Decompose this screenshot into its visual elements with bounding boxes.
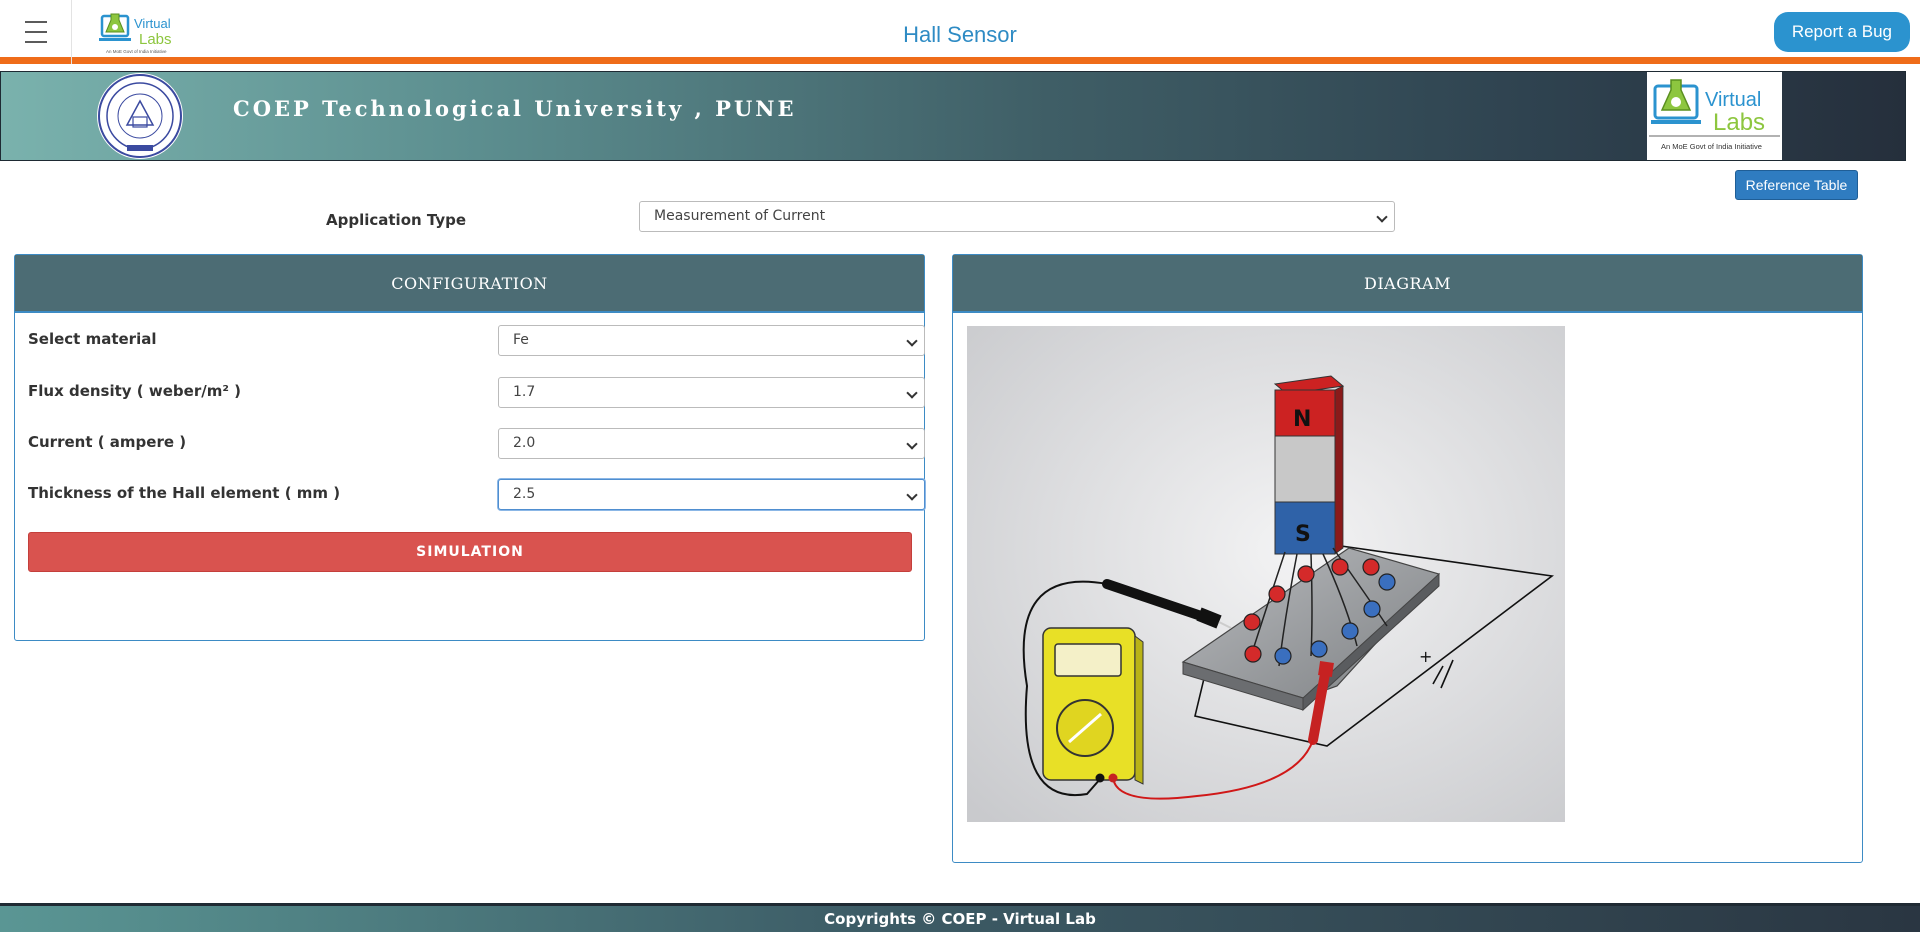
configuration-header: CONFIGURATION	[15, 255, 924, 313]
coep-seal-logo	[97, 73, 183, 159]
chevron-down-icon	[906, 489, 918, 501]
material-row: Select material Fe	[28, 325, 925, 357]
flux-density-value: 1.7	[513, 384, 536, 400]
thickness-value: 2.5	[513, 486, 536, 502]
svg-text:+: +	[1419, 647, 1432, 666]
application-type-label: Application Type	[326, 211, 467, 229]
virtual-labs-logo[interactable]: Virtual Labs An MoE Govt of India Initia…	[98, 8, 180, 56]
chevron-down-icon	[1376, 211, 1388, 223]
svg-text:An MoE Govt of India Initiativ: An MoE Govt of India Initiative	[1661, 142, 1762, 151]
current-select[interactable]: 2.0	[498, 428, 925, 459]
menu-button[interactable]	[0, 0, 72, 64]
report-bug-button[interactable]: Report a Bug	[1773, 12, 1910, 52]
simulation-button[interactable]: SIMULATION	[28, 532, 912, 572]
flux-density-row: Flux density ( weber/m² ) 1.7	[28, 377, 925, 409]
magnet-south-label: S	[1295, 522, 1311, 547]
hall-sensor-diagram: + N S	[967, 326, 1565, 822]
virtual-labs-banner-logo: Virtual Labs An MoE Govt of India Initia…	[1647, 72, 1782, 160]
svg-text:Virtual: Virtual	[1705, 89, 1761, 111]
svg-text:Labs: Labs	[1713, 109, 1765, 136]
current-row: Current ( ampere ) 2.0	[28, 428, 925, 460]
flux-density-select[interactable]: 1.7	[498, 377, 925, 408]
hamburger-icon	[24, 17, 47, 47]
diagram-panel: DIAGRAM + N S	[952, 254, 1863, 863]
page-title: Hall Sensor	[903, 22, 1017, 47]
thickness-select[interactable]: 2.5	[498, 479, 925, 510]
current-label: Current ( ampere )	[28, 433, 187, 451]
thickness-row: Thickness of the Hall element ( mm ) 2.5	[28, 479, 925, 511]
application-type-select[interactable]: Measurement of Current	[639, 201, 1395, 232]
svg-text:Virtual: Virtual	[134, 16, 171, 31]
material-value: Fe	[513, 332, 529, 348]
chevron-down-icon	[906, 387, 918, 399]
footer: Copyrights © COEP - Virtual Lab	[0, 903, 1920, 932]
application-type-value: Measurement of Current	[654, 208, 826, 224]
diagram-header: DIAGRAM	[953, 255, 1862, 313]
svg-text:Labs: Labs	[139, 31, 172, 48]
reference-table-button[interactable]: Reference Table	[1735, 170, 1858, 200]
institution-title: COEP Technological University , PUNE	[233, 96, 797, 121]
thickness-label: Thickness of the Hall element ( mm )	[28, 484, 341, 502]
institution-banner: COEP Technological University , PUNE Vir…	[0, 71, 1906, 161]
top-navbar: Virtual Labs An MoE Govt of India Initia…	[0, 0, 1920, 64]
current-value: 2.0	[513, 435, 536, 451]
chevron-down-icon	[906, 438, 918, 450]
material-select[interactable]: Fe	[498, 325, 925, 356]
configuration-panel: CONFIGURATION Select material Fe Flux de…	[14, 254, 925, 641]
magnet-north-label: N	[1293, 407, 1311, 432]
svg-text:An MoE Govt of India Initiativ: An MoE Govt of India Initiative	[106, 49, 167, 54]
material-label: Select material	[28, 330, 157, 348]
chevron-down-icon	[906, 335, 918, 347]
flux-density-label: Flux density ( weber/m² )	[28, 382, 241, 400]
